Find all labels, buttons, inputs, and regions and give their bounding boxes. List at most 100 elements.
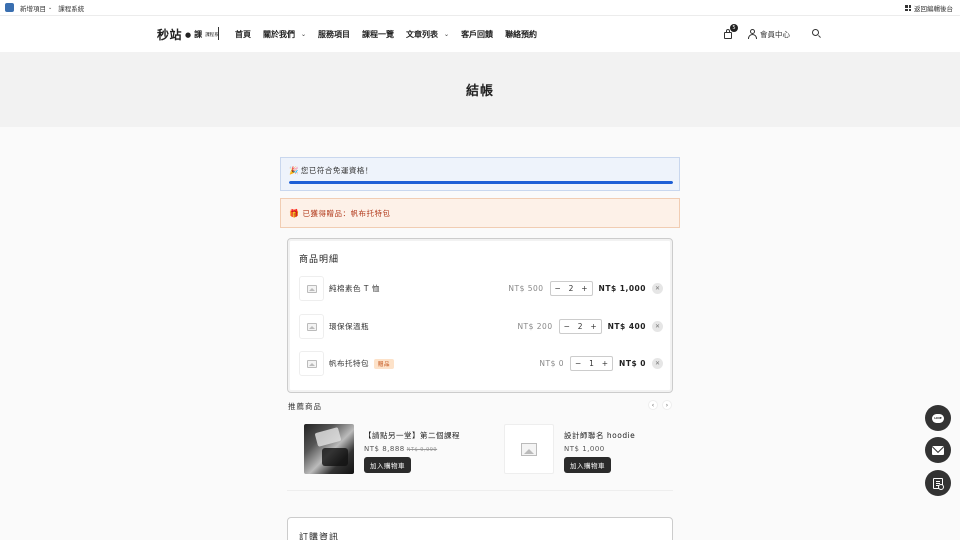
nav-item-courses[interactable]: 課程一覽: [362, 29, 394, 40]
recommended-product: 【請點另一堂】第二個課程 NT$ 8,888 NT$ 9,999 加入購物車: [304, 424, 460, 474]
nav-item-contact[interactable]: 聯絡預約: [505, 29, 537, 40]
chevron-down-icon: ⌄: [444, 30, 450, 38]
gift-badge: 贈品: [374, 358, 395, 369]
carousel-next-button[interactable]: ›: [662, 400, 672, 410]
party-icon: 🎉: [289, 166, 299, 175]
order-search-icon: [933, 477, 944, 490]
cart-row: 帆布托特包 贈品 NT$ 0 − 1 + NT$ 0 ✕: [299, 351, 663, 376]
logo-dot: ●: [185, 30, 192, 39]
nav-item-about[interactable]: 關於我們 ⌄: [263, 29, 306, 40]
cart-row: 環保保溫瓶 NT$ 200 − 2 + NT$ 400 ✕: [299, 314, 663, 339]
nav-item-testimonials[interactable]: 客戶回饋: [461, 29, 493, 40]
grid-icon: [905, 5, 911, 11]
nav-item-home[interactable]: 首頁: [235, 29, 251, 40]
gift-notice: 🎁 已獲得贈品：帆布托特包: [280, 198, 680, 228]
new-item-label: 新增項目: [20, 4, 46, 13]
recommended-product-price: NT$ 1,000: [564, 445, 635, 453]
nav-label: 聯絡預約: [505, 29, 538, 39]
quantity-stepper: − 2 +: [549, 281, 593, 296]
decrease-qty-button[interactable]: −: [575, 359, 581, 368]
order-info-card: 訂購資訊: [287, 517, 673, 540]
member-center-link[interactable]: 會員中心: [748, 29, 790, 40]
image-placeholder-icon: [306, 359, 317, 368]
product-name[interactable]: 純棉素色 T 恤: [329, 283, 380, 294]
decrease-qty-button[interactable]: −: [564, 322, 570, 331]
carousel-controls: ‹ ›: [648, 400, 672, 410]
remove-item-button[interactable]: ✕: [652, 283, 663, 294]
qty-value[interactable]: 2: [578, 322, 583, 331]
cart-icon[interactable]: 5: [722, 24, 738, 40]
progress-fill: [289, 181, 673, 184]
increase-qty-button[interactable]: +: [581, 284, 587, 293]
cart-details-card: 商品明細 純棉素色 T 恤 NT$ 500 − 2 + NT$ 1,000 ✕ …: [287, 238, 673, 393]
unit-price: NT$ 0: [539, 359, 565, 368]
sale-price: NT$ 8,888: [364, 445, 405, 453]
order-lookup-button[interactable]: [925, 470, 951, 496]
logo-main-text: 秒站: [157, 28, 183, 42]
order-info-title: 訂購資訊: [299, 533, 340, 540]
member-center-label: 會員中心: [760, 29, 790, 39]
page-title: 結帳: [465, 84, 494, 99]
page-title-band: 結帳: [0, 52, 960, 127]
carousel-prev-button[interactable]: ‹: [648, 400, 658, 410]
logo-tiny-text: 課程系: [205, 32, 219, 38]
increase-qty-button[interactable]: +: [590, 322, 596, 331]
sale-price: NT$ 1,000: [564, 445, 605, 453]
product-image[interactable]: [304, 424, 354, 474]
recommended-product-price: NT$ 8,888 NT$ 9,999: [364, 445, 460, 453]
chevron-down-icon: ⌄: [301, 30, 307, 38]
nav-label: 服務項目: [318, 29, 351, 39]
admin-bar: 新增項目 ⌄ 課程系統 返回編輯後台: [0, 0, 960, 16]
site-logo-icon[interactable]: [5, 3, 14, 12]
product-thumbnail[interactable]: [299, 351, 324, 376]
remove-item-button[interactable]: ✕: [652, 358, 663, 369]
back-admin-label: 返回編輯後台: [914, 5, 953, 13]
nav-item-services[interactable]: 服務項目: [318, 29, 350, 40]
line-total: NT$ 0: [619, 359, 646, 368]
email-button[interactable]: [925, 437, 951, 463]
divider: [287, 490, 673, 491]
product-name[interactable]: 環保保溫瓶: [329, 321, 369, 332]
add-to-cart-button[interactable]: 加入購物車: [564, 457, 611, 473]
chevron-down-icon: ⌄: [48, 4, 53, 11]
decrease-qty-button[interactable]: −: [555, 284, 561, 293]
qty-value[interactable]: 1: [589, 359, 594, 368]
product-name[interactable]: 帆布托特包: [329, 358, 369, 369]
image-placeholder-icon: [306, 284, 317, 293]
gift-notice-text: 已獲得贈品：帆布托特包: [302, 208, 391, 218]
product-thumbnail[interactable]: [299, 314, 324, 339]
add-to-cart-button[interactable]: 加入購物車: [364, 457, 411, 473]
nav-label: 首頁: [235, 29, 251, 39]
nav-item-articles[interactable]: 文章列表 ⌄: [406, 29, 449, 40]
recommended-product-name[interactable]: 設計師聯名 hoodie: [564, 430, 635, 441]
qty-value[interactable]: 2: [569, 284, 574, 293]
mail-icon: [932, 445, 944, 455]
unit-price: NT$ 500: [508, 284, 544, 293]
free-shipping-notice: 🎉 您已符合免運資格！: [280, 157, 680, 191]
product-image[interactable]: [504, 424, 554, 474]
nav-label: 文章列表: [406, 29, 439, 39]
nav-label: 課程一覽: [362, 29, 395, 39]
checkout-content: 🎉 您已符合免運資格！ 🎁 已獲得贈品：帆布托特包 商品明細 純棉素色 T 恤 …: [0, 127, 960, 540]
free-shipping-text: 您已符合免運資格！: [300, 166, 373, 175]
increase-qty-button[interactable]: +: [602, 359, 608, 368]
cart-details-title: 商品明細: [299, 255, 340, 265]
line-total: NT$ 1,000: [598, 284, 646, 293]
image-placeholder-icon: [521, 442, 537, 456]
site-logo[interactable]: 秒站 ● 課 課程系: [157, 26, 219, 43]
search-icon[interactable]: [812, 29, 822, 39]
remove-item-button[interactable]: ✕: [652, 321, 663, 332]
line-chat-button[interactable]: LINE: [925, 405, 951, 431]
recommended-product-name[interactable]: 【請點另一堂】第二個課程: [364, 430, 460, 441]
back-to-admin-link[interactable]: 返回編輯後台: [905, 0, 953, 16]
nav-label: 客戶回饋: [461, 29, 494, 39]
user-icon: [748, 29, 757, 39]
product-thumbnail[interactable]: [299, 276, 324, 301]
quantity-stepper: − 2 +: [558, 319, 602, 334]
free-shipping-progress: [289, 181, 673, 184]
course-system-link[interactable]: 課程系統: [58, 3, 84, 13]
new-item-menu[interactable]: 新增項目 ⌄: [20, 3, 52, 13]
logo-sub-text: 課: [194, 30, 203, 39]
site-header: 秒站 ● 課 課程系 首頁 關於我們 ⌄ 服務項目 課程一覽 文章列表 ⌄ 客戶回饋…: [0, 16, 960, 52]
cart-row: 純棉素色 T 恤 NT$ 500 − 2 + NT$ 1,000 ✕: [299, 276, 663, 301]
